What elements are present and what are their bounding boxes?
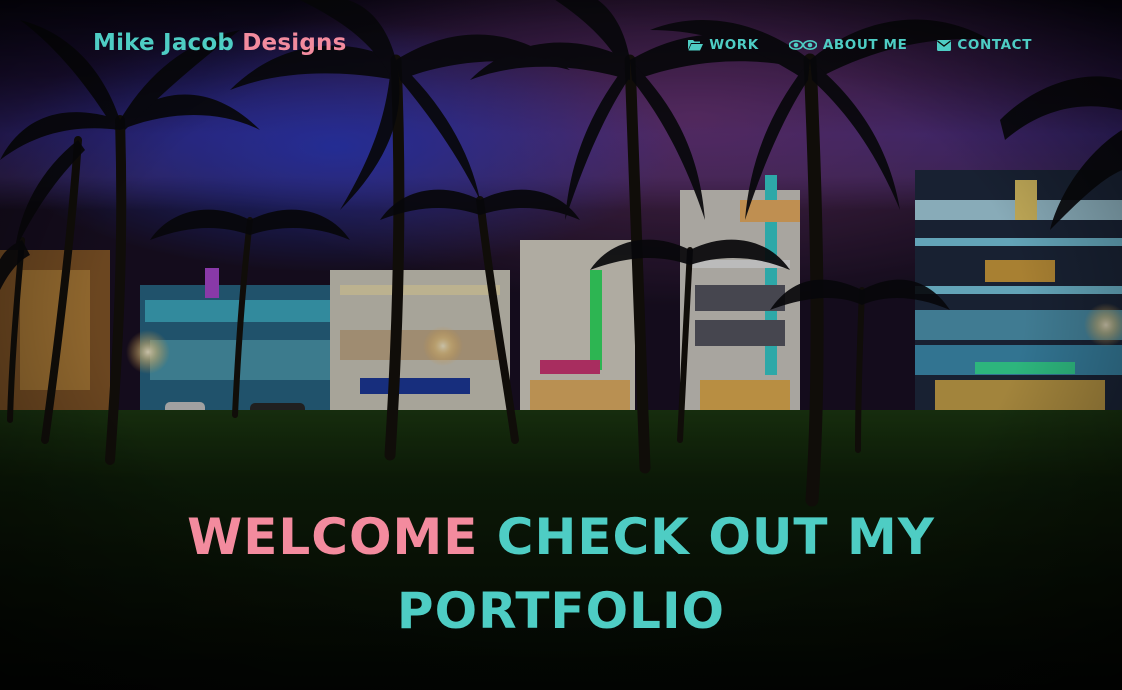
nav-about-me[interactable]: ABOUT ME bbox=[788, 37, 908, 53]
nav-about-label: ABOUT ME bbox=[822, 37, 908, 53]
hero-heading: WELCOME CHECK OUT MY PORTFOLIO bbox=[0, 500, 1122, 648]
logo-name: Mike Jacob bbox=[93, 30, 235, 56]
site-logo[interactable]: Mike Jacob Designs bbox=[93, 30, 346, 56]
nav-work[interactable]: WORK bbox=[688, 37, 759, 53]
hero-welcome: WELCOME bbox=[187, 508, 479, 566]
envelope-icon bbox=[937, 39, 952, 51]
hero-line2: PORTFOLIO bbox=[396, 582, 726, 640]
nav-contact[interactable]: CONTACT bbox=[937, 37, 1032, 53]
folder-open-icon bbox=[688, 39, 704, 51]
nav-work-label: WORK bbox=[709, 37, 759, 53]
hero-line1: CHECK OUT MY bbox=[496, 508, 935, 566]
main-nav: WORK ABOUT ME CONTACT bbox=[688, 37, 1032, 53]
nav-contact-label: CONTACT bbox=[957, 37, 1032, 53]
eyes-icon bbox=[788, 39, 817, 51]
logo-designs: Designs bbox=[242, 30, 347, 56]
